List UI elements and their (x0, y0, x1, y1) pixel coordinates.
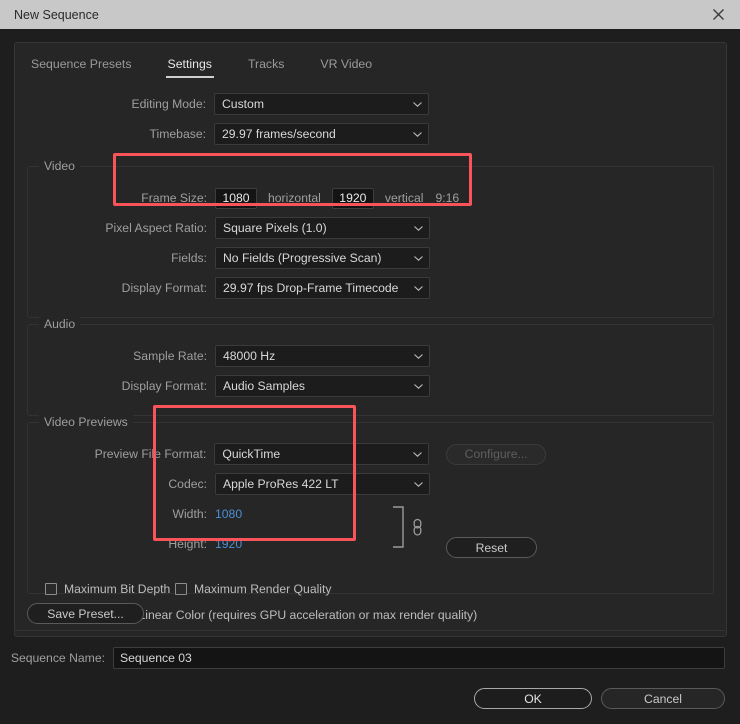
video-previews-group: Video Previews Preview File Format: Quic… (27, 415, 714, 594)
sample-rate-dropdown[interactable]: 48000 Hz (215, 345, 430, 367)
close-icon[interactable] (696, 0, 740, 29)
sequence-name-input[interactable]: Sequence 03 (113, 647, 725, 669)
video-previews-group-label: Video Previews (39, 415, 133, 429)
checkbox-box[interactable] (175, 583, 187, 595)
pixel-aspect-ratio-label: Pixel Aspect Ratio: (105, 221, 207, 235)
codec-label: Codec: (168, 477, 207, 491)
settings-panel: Sequence Presets Settings Tracks VR Vide… (14, 42, 727, 637)
preview-file-format-dropdown[interactable]: QuickTime (214, 443, 430, 465)
link-chain-icon[interactable] (388, 505, 434, 553)
maximum-bit-depth-label: Maximum Bit Depth (64, 582, 171, 596)
tab-vr-video[interactable]: VR Video (318, 53, 374, 75)
cancel-button[interactable]: Cancel (601, 688, 725, 709)
fields-dropdown[interactable]: No Fields (Progressive Scan) (215, 247, 430, 269)
video-group: Video Frame Size: 1080 horizontal 1920 v… (27, 159, 714, 318)
frame-size-label: Frame Size: (141, 191, 207, 205)
maximum-bit-depth-checkbox[interactable]: Maximum Bit Depth (45, 582, 170, 596)
pixel-aspect-ratio-value[interactable]: Square Pixels (1.0) (215, 217, 430, 239)
editing-mode-dropdown[interactable]: Custom (214, 93, 429, 115)
editing-mode-value[interactable]: Custom (214, 93, 429, 115)
sequence-name-label: Sequence Name: (10, 651, 105, 665)
fields-value[interactable]: No Fields (Progressive Scan) (215, 247, 430, 269)
reset-button[interactable]: Reset (446, 537, 537, 558)
frame-aspect-ratio: 9:16 (435, 191, 460, 205)
preview-height-label: Height: (168, 537, 207, 551)
configure-button[interactable]: Configure... (446, 443, 546, 465)
audio-group-label: Audio (39, 317, 81, 331)
audio-display-format-value[interactable]: Audio Samples (215, 375, 430, 397)
video-group-label: Video (39, 159, 80, 173)
sample-rate-value[interactable]: 48000 Hz (215, 345, 430, 367)
video-display-format-dropdown[interactable]: 29.97 fps Drop-Frame Timecode (215, 277, 430, 299)
timebase-label: Timebase: (149, 127, 206, 141)
preview-width-label: Width: (172, 507, 207, 521)
save-preset-button[interactable]: Save Preset... (27, 603, 144, 624)
new-sequence-dialog: Sequence Presets Settings Tracks VR Vide… (0, 29, 740, 724)
editing-mode-label: Editing Mode: (131, 97, 206, 111)
ok-button[interactable]: OK (474, 688, 592, 709)
video-display-format-value[interactable]: 29.97 fps Drop-Frame Timecode (215, 277, 430, 299)
preview-file-format-label: Preview File Format: (94, 447, 207, 461)
pixel-aspect-ratio-dropdown[interactable]: Square Pixels (1.0) (215, 217, 430, 239)
frame-width-unit: horizontal (268, 191, 321, 205)
maximum-render-quality-label: Maximum Render Quality (194, 582, 332, 596)
audio-display-format-dropdown[interactable]: Audio Samples (215, 375, 430, 397)
window-title: New Sequence (14, 7, 99, 22)
codec-dropdown[interactable]: Apple ProRes 422 LT (215, 473, 430, 495)
maximum-render-quality-checkbox[interactable]: Maximum Render Quality (175, 582, 332, 596)
footer-separator (14, 630, 725, 631)
sample-rate-label: Sample Rate: (133, 349, 207, 363)
audio-group: Audio Sample Rate: 48000 Hz Display Form… (27, 317, 714, 416)
audio-display-format-label: Display Format: (121, 379, 207, 393)
frame-width-input[interactable]: 1080 (215, 187, 257, 209)
frame-height-unit: vertical (384, 191, 424, 205)
frame-height-input[interactable]: 1920 (331, 187, 374, 209)
video-display-format-label: Display Format: (121, 281, 207, 295)
tab-sequence-presets[interactable]: Sequence Presets (29, 53, 134, 75)
fields-label: Fields: (171, 251, 207, 265)
codec-value[interactable]: Apple ProRes 422 LT (215, 473, 430, 495)
timebase-value[interactable]: 29.97 frames/second (214, 123, 429, 145)
tab-tracks[interactable]: Tracks (246, 53, 286, 75)
timebase-dropdown[interactable]: 29.97 frames/second (214, 123, 429, 145)
tab-bar: Sequence Presets Settings Tracks VR Vide… (15, 49, 726, 79)
checkbox-box[interactable] (45, 583, 57, 595)
window-title-bar: New Sequence (0, 0, 740, 29)
preview-width-value[interactable]: 1080 (215, 507, 242, 521)
preview-file-format-value[interactable]: QuickTime (214, 443, 430, 465)
tab-settings[interactable]: Settings (165, 53, 215, 78)
preview-height-value[interactable]: 1920 (215, 537, 242, 551)
